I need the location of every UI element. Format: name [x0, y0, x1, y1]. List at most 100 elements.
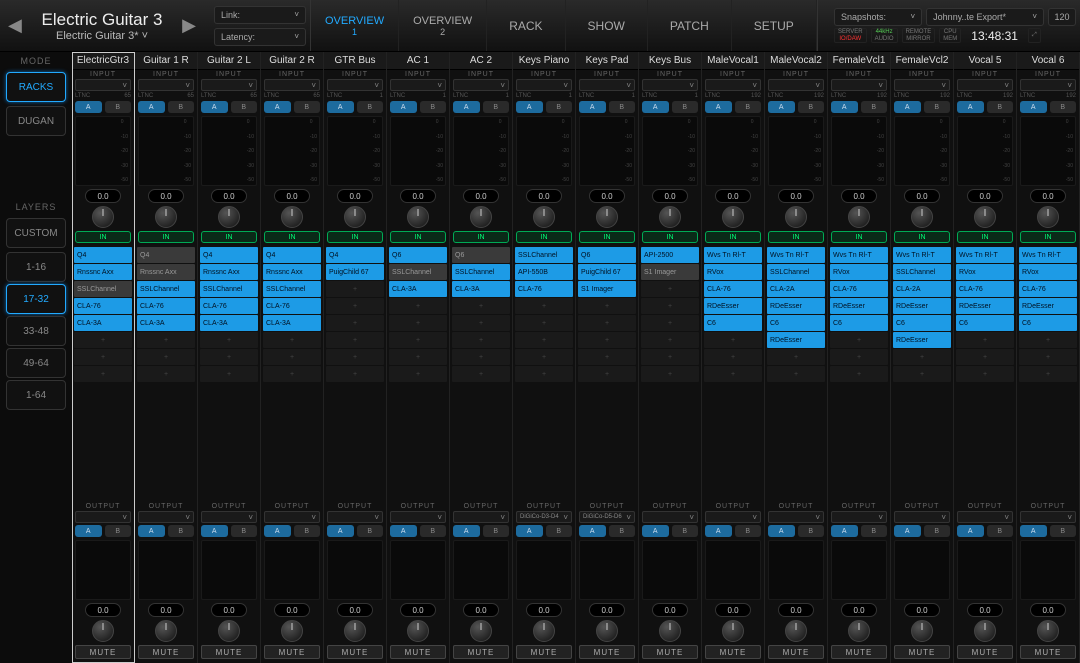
channel-name[interactable]: MaleVocal2 — [765, 52, 827, 70]
input-gain-knob[interactable] — [281, 206, 303, 228]
channel-name[interactable]: Keys Piano — [513, 52, 575, 70]
plugin-slot[interactable]: Rnssnc Axx — [74, 264, 132, 280]
plugin-slot[interactable]: Wvs Tn Rl-T — [893, 247, 951, 263]
plugin-slot[interactable]: + — [1019, 349, 1077, 365]
input-b-button[interactable]: B — [735, 101, 762, 113]
plugin-slot[interactable]: RDeEsser — [767, 298, 825, 314]
plugin-slot[interactable]: CLA-76 — [956, 281, 1014, 297]
input-select[interactable]: ˅ — [705, 79, 761, 91]
output-gain-knob[interactable] — [659, 620, 681, 642]
channel-name[interactable]: Vocal 5 — [954, 52, 1016, 70]
input-in-button[interactable]: IN — [768, 231, 824, 243]
plugin-slot[interactable]: Q6 — [578, 247, 636, 263]
expand-icon[interactable]: ⤢ — [1028, 28, 1041, 43]
plugin-slot[interactable]: + — [704, 366, 762, 382]
plugin-slot[interactable]: CLA-3A — [200, 315, 258, 331]
plugin-slot[interactable]: + — [326, 298, 384, 314]
output-select[interactable]: ˅ — [642, 511, 698, 523]
plugin-slot[interactable]: C6 — [956, 315, 1014, 331]
plugin-slot[interactable]: PuigChild 67 — [326, 264, 384, 280]
channel-name[interactable]: MaleVocal1 — [702, 52, 764, 70]
plugin-slot[interactable]: + — [578, 332, 636, 348]
output-b-button[interactable]: B — [987, 525, 1014, 537]
channel-name[interactable]: ElectricGtr3 — [72, 52, 134, 70]
plugin-slot[interactable]: Rnssnc Axx — [263, 264, 321, 280]
plugin-slot[interactable]: SSLChannel — [515, 247, 573, 263]
output-gain-knob[interactable] — [1037, 620, 1059, 642]
plugin-slot[interactable]: API-2500 — [641, 247, 699, 263]
input-b-button[interactable]: B — [546, 101, 573, 113]
mute-button[interactable]: MUTE — [138, 645, 194, 659]
input-select[interactable]: ˅ — [390, 79, 446, 91]
input-in-button[interactable]: IN — [138, 231, 194, 243]
channel-name[interactable]: Keys Pad — [576, 52, 638, 70]
mute-button[interactable]: MUTE — [705, 645, 761, 659]
input-gain-knob[interactable] — [974, 206, 996, 228]
output-b-button[interactable]: B — [735, 525, 762, 537]
output-select[interactable]: ˅ — [768, 511, 824, 523]
plugin-slot[interactable]: + — [956, 366, 1014, 382]
plugin-slot[interactable]: + — [830, 332, 888, 348]
session-number[interactable]: 120 — [1048, 8, 1076, 26]
plugin-slot[interactable]: + — [515, 349, 573, 365]
input-in-button[interactable]: IN — [75, 231, 131, 243]
output-select[interactable]: DiGiCo-D5-D6˅ — [579, 511, 635, 523]
channel-name[interactable]: GTR Bus — [324, 52, 386, 70]
input-a-button[interactable]: A — [831, 101, 858, 113]
output-a-button[interactable]: A — [516, 525, 543, 537]
output-gain-knob[interactable] — [974, 620, 996, 642]
plugin-slot[interactable]: + — [74, 349, 132, 365]
channel-name[interactable]: FemaleVcl2 — [891, 52, 953, 70]
plugin-slot[interactable]: + — [137, 349, 195, 365]
mute-button[interactable]: MUTE — [768, 645, 824, 659]
output-b-button[interactable]: B — [672, 525, 699, 537]
nav-tab-rack[interactable]: RACK — [487, 0, 565, 51]
plugin-slot[interactable]: CLA-3A — [74, 315, 132, 331]
plugin-slot[interactable]: + — [452, 315, 510, 331]
plugin-slot[interactable]: RVox — [1019, 264, 1077, 280]
output-select[interactable]: ˅ — [327, 511, 383, 523]
plugin-slot[interactable]: Q4 — [74, 247, 132, 263]
plugin-slot[interactable]: SSLChannel — [452, 264, 510, 280]
mute-button[interactable]: MUTE — [390, 645, 446, 659]
plugin-slot[interactable]: + — [137, 366, 195, 382]
plugin-slot[interactable]: + — [137, 332, 195, 348]
plugin-slot[interactable]: + — [956, 349, 1014, 365]
plugin-slot[interactable]: Wvs Tn Rl-T — [830, 247, 888, 263]
plugin-slot[interactable]: CLA-76 — [200, 298, 258, 314]
plugin-slot[interactable]: Q4 — [263, 247, 321, 263]
input-select[interactable]: ˅ — [831, 79, 887, 91]
link-select[interactable]: Link:˅ — [214, 6, 306, 24]
output-b-button[interactable]: B — [798, 525, 825, 537]
plugin-slot[interactable]: CLA-76 — [263, 298, 321, 314]
plugin-slot[interactable]: Wvs Tn Rl-T — [1019, 247, 1077, 263]
input-in-button[interactable]: IN — [264, 231, 320, 243]
output-gain-knob[interactable] — [218, 620, 240, 642]
input-gain-knob[interactable] — [344, 206, 366, 228]
plugin-slot[interactable]: + — [263, 366, 321, 382]
input-gain-knob[interactable] — [92, 206, 114, 228]
plugin-slot[interactable]: + — [641, 349, 699, 365]
output-select[interactable]: ˅ — [390, 511, 446, 523]
plugin-slot[interactable]: + — [1019, 366, 1077, 382]
plugin-slot[interactable]: + — [641, 298, 699, 314]
plugin-slot[interactable]: + — [326, 332, 384, 348]
mute-button[interactable]: MUTE — [957, 645, 1013, 659]
plugin-slot[interactable]: + — [956, 332, 1014, 348]
plugin-slot[interactable]: + — [326, 281, 384, 297]
plugin-slot[interactable]: Q4 — [326, 247, 384, 263]
plugin-slot[interactable]: + — [389, 315, 447, 331]
input-b-button[interactable]: B — [609, 101, 636, 113]
selected-channel-subtitle[interactable]: Electric Guitar 3* ˅ — [26, 30, 178, 42]
nav-tab-overview-2[interactable]: OVERVIEW2 — [399, 0, 487, 51]
layer-range-1-64[interactable]: 1-64 — [6, 380, 66, 410]
output-a-button[interactable]: A — [705, 525, 732, 537]
output-select[interactable]: ˅ — [705, 511, 761, 523]
input-a-button[interactable]: A — [516, 101, 543, 113]
input-b-button[interactable]: B — [105, 101, 132, 113]
output-b-button[interactable]: B — [357, 525, 384, 537]
plugin-slot[interactable]: + — [74, 332, 132, 348]
input-a-button[interactable]: A — [1020, 101, 1047, 113]
plugin-slot[interactable]: + — [893, 349, 951, 365]
mute-button[interactable]: MUTE — [201, 645, 257, 659]
